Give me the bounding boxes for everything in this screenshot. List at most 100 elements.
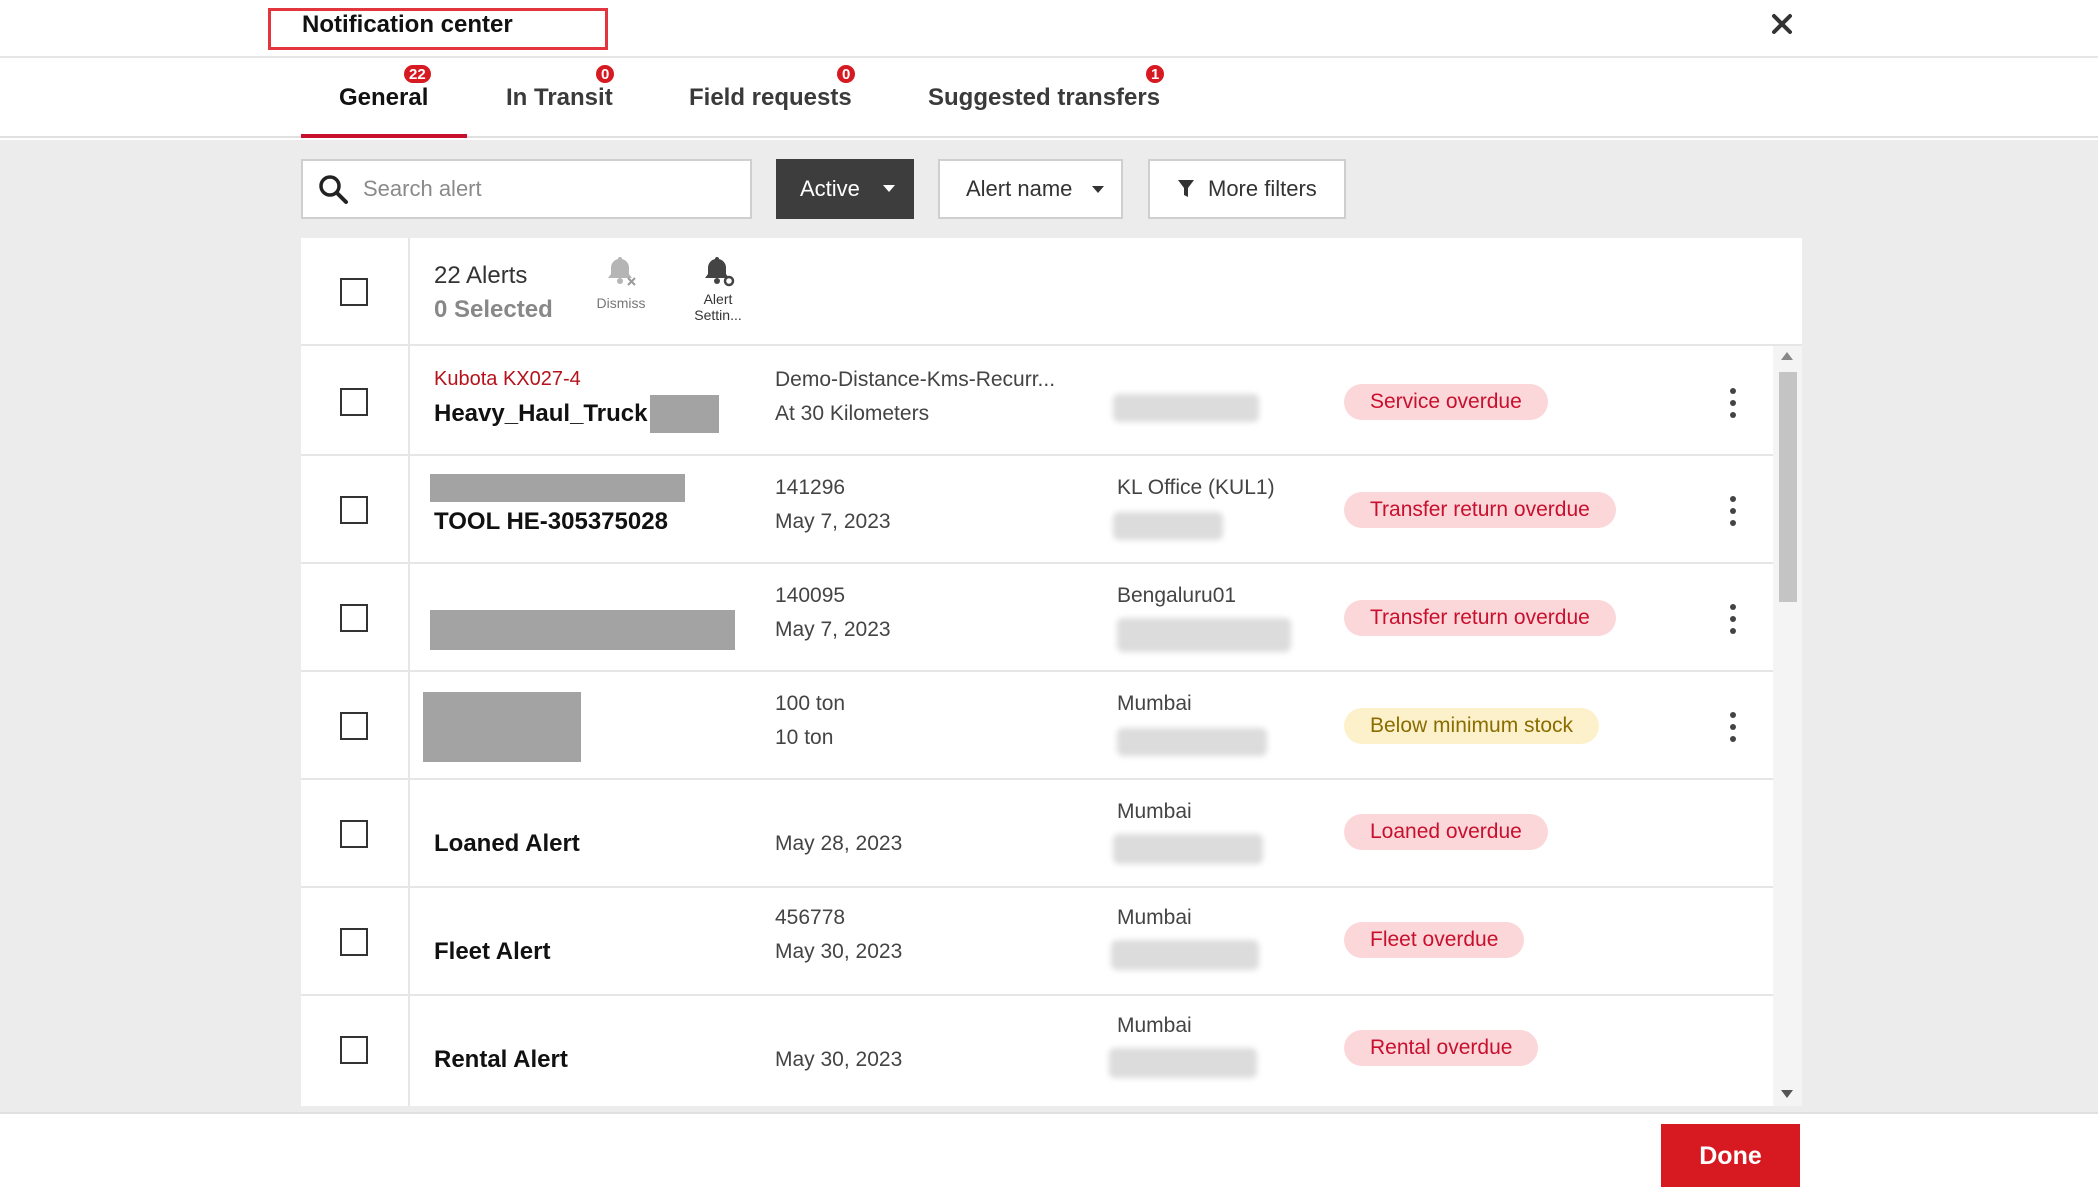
asset-name: Heavy_Haul_Truck <box>434 400 648 427</box>
asset-name: Loaned Alert <box>434 830 580 857</box>
search-input[interactable] <box>363 176 723 202</box>
tab-count-badge: 0 <box>594 63 617 85</box>
alert-row[interactable]: Fleet Alert 456778 May 30, 2023 Mumbai F… <box>301 888 1773 996</box>
asset-name: Rental Alert <box>434 1046 568 1073</box>
blurred-location <box>1113 394 1259 422</box>
selected-count: 0 Selected <box>434 296 553 323</box>
close-icon <box>1772 14 1792 34</box>
alert-detail-line2: May 30, 2023 <box>775 1048 903 1071</box>
list-scrollbar[interactable] <box>1773 346 1802 1106</box>
row-checkbox[interactable] <box>340 604 368 632</box>
row-checkbox[interactable] <box>340 712 368 740</box>
filter-icon <box>1178 180 1194 197</box>
redacted-block <box>423 692 581 762</box>
search-icon <box>319 175 348 204</box>
tab-field-requests[interactable]: Field requests 0 <box>689 58 869 138</box>
alert-detail-line2: May 28, 2023 <box>775 832 903 855</box>
alert-row[interactable]: Kubota KX027-4 Heavy_Haul_Truck Demo-Dis… <box>301 348 1773 456</box>
blurred-location <box>1111 940 1259 970</box>
sort-dropdown[interactable]: Alert name <box>938 159 1123 219</box>
tab-in-transit[interactable]: In Transit 0 <box>506 58 626 138</box>
alert-location: Bengaluru01 <box>1117 584 1237 607</box>
row-checkbox[interactable] <box>340 496 368 524</box>
more-filters-label: More filters <box>1208 176 1317 201</box>
tab-label: Field requests <box>689 84 852 111</box>
close-button[interactable] <box>1764 6 1800 42</box>
alert-detail-line2: May 7, 2023 <box>775 510 891 533</box>
tab-count-badge: 0 <box>835 63 858 85</box>
chevron-down-icon <box>1092 186 1104 193</box>
alert-row[interactable]: 100 ton 10 ton Mumbai Below minimum stoc… <box>301 672 1773 780</box>
tab-bar: General 22 In Transit 0 Field requests 0… <box>0 58 2098 138</box>
settings-label-line1: Alert <box>703 291 733 307</box>
redacted-block <box>430 474 685 502</box>
alert-detail-line1: 141296 <box>775 476 846 499</box>
alert-location: Mumbai <box>1117 800 1192 823</box>
tab-label: Suggested transfers <box>928 84 1161 111</box>
blurred-location <box>1113 834 1263 864</box>
alert-detail-line1: 100 ton <box>775 692 846 715</box>
status-badge: Rental overdue <box>1344 1030 1539 1066</box>
alert-row[interactable]: 140095 May 7, 2023 Bengaluru01 Transfer … <box>301 564 1773 672</box>
more-options-icon[interactable] <box>1723 604 1743 634</box>
alert-detail-line2: At 30 Kilometers <box>775 402 930 425</box>
status-filter-dropdown[interactable]: Active <box>776 159 914 219</box>
scroll-down-icon[interactable] <box>1781 1090 1793 1098</box>
alert-detail-line1: 456778 <box>775 906 846 929</box>
more-options-icon[interactable] <box>1723 388 1743 418</box>
alerts-count: 22 Alerts <box>434 262 528 289</box>
dialog-footer: Done <box>0 1112 2098 1187</box>
alert-settings-button[interactable]: Alert Settin... <box>688 254 748 323</box>
alert-detail-line1: Demo-Distance-Kms-Recurr... <box>775 368 1056 391</box>
row-checkbox[interactable] <box>340 388 368 416</box>
more-options-icon[interactable] <box>1723 712 1743 742</box>
more-filters-button[interactable]: More filters <box>1148 159 1346 219</box>
status-badge: Transfer return overdue <box>1344 492 1616 528</box>
tab-count-badge: 1 <box>1144 63 1167 85</box>
alert-detail-line2: 10 ton <box>775 726 834 749</box>
alert-location: Mumbai <box>1117 692 1192 715</box>
blurred-location <box>1109 1048 1257 1078</box>
alerts-list-panel: 22 Alerts 0 Selected Dismiss Alert Setti… <box>301 238 1802 1106</box>
dismiss-label: Dismiss <box>596 295 646 311</box>
tab-count-badge: 22 <box>402 63 433 85</box>
asset-model-link[interactable]: Kubota KX027-4 <box>434 368 581 391</box>
scroll-up-icon[interactable] <box>1781 352 1793 360</box>
row-checkbox[interactable] <box>340 928 368 956</box>
alert-row[interactable]: Rental Alert May 30, 2023 Mumbai Rental … <box>301 996 1773 1106</box>
row-checkbox[interactable] <box>340 820 368 848</box>
search-box[interactable] <box>301 159 752 219</box>
more-options-icon[interactable] <box>1723 496 1743 526</box>
blurred-location <box>1113 512 1223 540</box>
status-badge: Loaned overdue <box>1344 814 1548 850</box>
alert-row[interactable]: Loaned Alert May 28, 2023 Mumbai Loaned … <box>301 780 1773 888</box>
dialog-header: Notification center <box>0 0 2098 58</box>
select-all-checkbox[interactable] <box>340 278 368 306</box>
status-badge: Service overdue <box>1344 384 1548 420</box>
tab-label: In Transit <box>506 84 613 111</box>
row-checkbox[interactable] <box>340 1036 368 1064</box>
chevron-down-icon <box>883 185 895 192</box>
alert-location: Mumbai <box>1117 906 1192 929</box>
status-filter-value: Active <box>800 176 860 201</box>
alert-detail-line2: May 30, 2023 <box>775 940 903 963</box>
blurred-location <box>1117 728 1267 756</box>
tab-suggested-transfers[interactable]: Suggested transfers 1 <box>928 58 1178 138</box>
list-header: 22 Alerts 0 Selected Dismiss Alert Setti… <box>301 238 1802 346</box>
redacted-block <box>430 610 735 650</box>
bell-off-icon <box>608 257 636 286</box>
tab-label: General <box>339 84 429 111</box>
alert-row[interactable]: TOOL HE-305375028 141296 May 7, 2023 KL … <box>301 456 1773 564</box>
redacted-block <box>650 395 719 433</box>
settings-label-line2: Settin... <box>694 307 742 323</box>
done-button[interactable]: Done <box>1661 1124 1800 1187</box>
scrollbar-thumb[interactable] <box>1779 372 1797 602</box>
status-badge: Transfer return overdue <box>1344 600 1616 636</box>
dismiss-button[interactable]: Dismiss <box>591 254 651 311</box>
tab-general[interactable]: General 22 <box>339 58 439 138</box>
alert-location: Mumbai <box>1117 1014 1192 1037</box>
alert-detail-line2: May 7, 2023 <box>775 618 891 641</box>
asset-name: TOOL HE-305375028 <box>434 508 668 535</box>
alert-location: KL Office (KUL1) <box>1117 476 1275 499</box>
sort-value: Alert name <box>966 176 1073 201</box>
